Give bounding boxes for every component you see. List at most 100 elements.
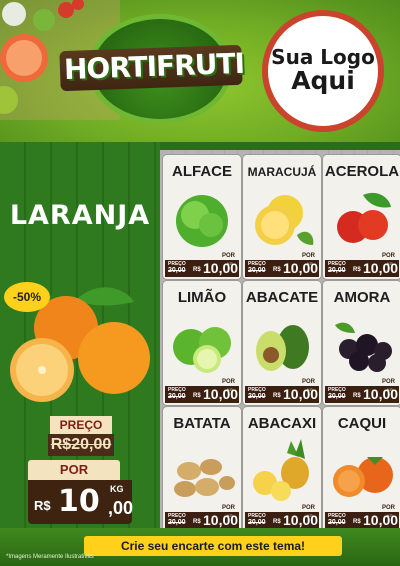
passion-fruit-illustration (255, 195, 314, 245)
old-price: 20,00 (328, 393, 346, 400)
old-price: 20,00 (248, 519, 266, 526)
product-name: ABACATE (245, 289, 319, 306)
unit: KG (307, 261, 313, 266)
price-bar: PREÇO 20,00 R$ 10,00 KG (165, 386, 239, 403)
old-price: 20,00 (328, 519, 346, 526)
unit: KG (387, 387, 393, 392)
currency: R$ (273, 267, 281, 273)
unit: KG (307, 387, 313, 392)
price-bar: PREÇO 20,00 R$ 10,00 KG (325, 512, 399, 529)
product-card-batata[interactable]: BATATA POR PREÇO 20,00 R$ 10,00 KG (163, 407, 241, 531)
price-unit: KG (110, 484, 124, 494)
product-name: ACEROLA (324, 163, 400, 180)
price-bar: PREÇO 20,00 R$ 10,00 KG (325, 386, 399, 403)
por-label: POR (301, 505, 315, 511)
unit: KG (227, 513, 233, 518)
price: 10,00 (363, 386, 399, 402)
product-card-acerola[interactable]: ACEROLA POR PREÇO 20,00 R$ 10,00 KG (323, 155, 400, 279)
product-card-limao[interactable]: LIMÃO POR PREÇO 20,00 R$ 10,00 KG (163, 281, 241, 405)
price-cents: ,00 (108, 498, 134, 518)
por-label: POR (221, 505, 235, 511)
lettuce-illustration (176, 195, 228, 247)
product-card-abacate[interactable]: ABACATE POR PREÇO 20,00 R$ 10,00 KG (243, 281, 321, 405)
currency: R$ (193, 267, 201, 273)
price-bar: PREÇO 20,00 R$ 10,00 KG (165, 260, 239, 277)
old-price: 20,00 (248, 267, 266, 274)
price: 10,00 (203, 512, 239, 528)
price: 10,00 (203, 386, 239, 402)
price-integer: 10 (58, 484, 100, 519)
old-price: 20,00 (248, 393, 266, 400)
currency: R$ (353, 267, 361, 273)
featured-product[interactable]: LARANJA -50% PREÇO R$20,00 POR R$ 10 KG … (0, 142, 160, 528)
product-name: MARACUJÁ (247, 165, 317, 179)
price-currency: R$ (34, 498, 51, 513)
featured-product-title: LARANJA (9, 200, 151, 231)
unit: KG (227, 261, 233, 266)
old-price: 20,00 (168, 519, 186, 526)
por-label: POR (381, 379, 395, 385)
old-price: 20,00 (328, 267, 346, 274)
price-bar: PREÇO 20,00 R$ 10,00 KG (245, 386, 319, 403)
por-label: POR (301, 253, 315, 259)
product-card-amora[interactable]: AMORA POR PREÇO 20,00 R$ 10,00 KG (323, 281, 400, 405)
por-label: POR (221, 379, 235, 385)
logo-text-line1: Sua Logo (271, 45, 375, 70)
unit: KG (387, 513, 393, 518)
price-bar: PREÇO 20,00 R$ 10,00 KG (245, 260, 319, 277)
por-label: POR (381, 505, 395, 511)
product-name: ALFACE (172, 163, 232, 180)
currency: R$ (353, 519, 361, 525)
price: 10,00 (203, 260, 239, 276)
por-label: POR (221, 253, 235, 259)
por-label: POR (301, 379, 315, 385)
product-name: BATATA (173, 415, 231, 432)
discount-badge: -50% (4, 282, 50, 312)
unit: KG (227, 387, 233, 392)
product-name: CAQUI (337, 415, 387, 432)
price: 10,00 (363, 512, 399, 528)
unit: KG (387, 261, 393, 266)
product-name: LIMÃO (177, 289, 227, 306)
product-name: ABACAXI (247, 415, 317, 432)
preco-old-price: R$20,00 (48, 434, 114, 456)
product-card-maracuja[interactable]: MARACUJÁ POR PREÇO 20,00 R$ 10,00 KG (243, 155, 321, 279)
price: 10,00 (283, 260, 319, 276)
currency: R$ (193, 393, 201, 399)
price-bar: PREÇO 20,00 R$ 10,00 KG (325, 260, 399, 277)
price-box: R$ 10 KG ,00 (28, 480, 134, 524)
product-card-alface[interactable]: ALFACE POR PREÇO 20,00 R$ 10,00 KG (163, 155, 241, 279)
currency: R$ (193, 519, 201, 525)
por-label: POR (381, 253, 395, 259)
acerola-illustration (337, 192, 391, 243)
price: 10,00 (283, 386, 319, 402)
potato-illustration (174, 459, 235, 497)
currency: R$ (353, 393, 361, 399)
currency: R$ (273, 393, 281, 399)
brand-title: HORTIFRUTI (63, 46, 245, 87)
cta-button[interactable]: Crie seu encarte com este tema! (84, 536, 342, 556)
product-card-caqui[interactable]: CAQUI POR PREÇO 20,00 R$ 10,00 KG (323, 407, 400, 531)
lime-illustration (173, 327, 231, 373)
avocado-illustration (256, 325, 309, 371)
header-banner: HORTIFRUTI Sua Logo Aqui (0, 0, 400, 142)
currency: R$ (273, 519, 281, 525)
product-grid: ALFACE POR PREÇO 20,00 R$ 10,00 KG MARAC… (160, 150, 400, 531)
price-bar: PREÇO 20,00 R$ 10,00 KG (165, 512, 239, 529)
price-bar: PREÇO 20,00 R$ 10,00 KG (245, 512, 319, 529)
disclaimer-text: *Imagens Meramente Ilustrativas (6, 554, 94, 560)
old-price: 20,00 (168, 393, 186, 400)
blackberry-illustration (335, 322, 392, 372)
preco-label: PREÇO (50, 416, 112, 434)
unit: KG (307, 513, 313, 518)
product-card-abacaxi[interactable]: ABACAXI POR PREÇO 20,00 R$ 10,00 KG (243, 407, 321, 531)
persimmon-illustration (333, 457, 393, 497)
logo-placeholder[interactable]: Sua Logo Aqui (262, 10, 384, 132)
product-name: AMORA (333, 289, 391, 306)
pineapple-illustration (253, 439, 309, 501)
price: 10,00 (283, 512, 319, 528)
por-label: POR (28, 460, 120, 480)
footer: Crie seu encarte com este tema! *Imagens… (0, 528, 400, 566)
old-price: 20,00 (168, 267, 186, 274)
price: 10,00 (363, 260, 399, 276)
